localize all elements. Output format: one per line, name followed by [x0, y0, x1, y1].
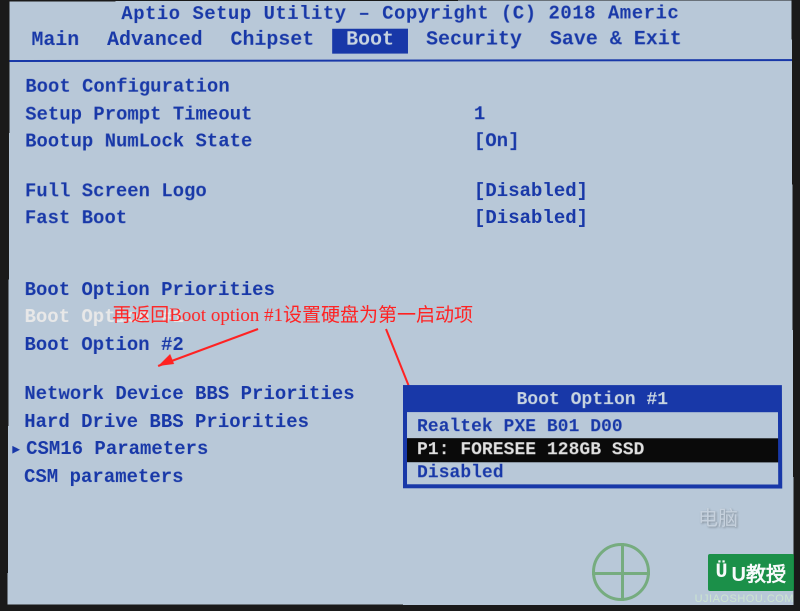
hdd-bbs[interactable]: Hard Drive BBS Priorities	[24, 409, 309, 437]
numlock-label[interactable]: Bootup NumLock State	[25, 128, 474, 156]
tab-boot[interactable]: Boot	[332, 29, 408, 54]
tab-main[interactable]: Main	[21, 29, 89, 54]
watermark-circle-icon	[592, 543, 650, 601]
watermark-url: UJIAOSHOU.COM	[695, 593, 794, 605]
network-bbs[interactable]: Network Device BBS Priorities	[24, 381, 354, 409]
setup-prompt-value[interactable]: 1	[474, 101, 485, 128]
numlock-value[interactable]: [On]	[474, 128, 520, 156]
annotation-text: 再返回Boot option #1设置硬盘为第一启动项	[112, 300, 473, 327]
fullscreen-logo-label[interactable]: Full Screen Logo	[25, 178, 474, 206]
caret-icon: ▸	[10, 436, 22, 465]
bios-title: Aptio Setup Utility – Copyright (C) 2018…	[10, 0, 792, 29]
boot-option-popup: Boot Option #1 Realtek PXE B01 D00 P1: F…	[403, 385, 782, 488]
popup-item-1[interactable]: P1: FORESEE 128GB SSD	[407, 438, 778, 462]
setup-prompt-label[interactable]: Setup Prompt Timeout	[25, 101, 474, 129]
boot-config-heading: Boot Configuration	[25, 74, 229, 102]
popup-title: Boot Option #1	[407, 389, 778, 416]
tab-saveexit[interactable]: Save & Exit	[540, 28, 692, 53]
tab-security[interactable]: Security	[416, 29, 532, 54]
csm16[interactable]: CSM16 Parameters	[26, 436, 208, 464]
watermark-badge: Ü U教授	[708, 554, 794, 591]
fast-boot-label[interactable]: Fast Boot	[25, 205, 474, 233]
popup-item-0[interactable]: Realtek PXE B01 D00	[407, 416, 778, 438]
tab-chipset[interactable]: Chipset	[221, 29, 325, 54]
fullscreen-logo-value[interactable]: [Disabled]	[474, 178, 588, 206]
fast-boot-value[interactable]: [Disabled]	[474, 205, 588, 233]
watermark-cn: 电脑	[698, 502, 738, 531]
bios-screen: Aptio Setup Utility – Copyright (C) 2018…	[8, 0, 794, 605]
watermark-brand: U教授	[732, 558, 786, 587]
tab-advanced[interactable]: Advanced	[97, 29, 213, 54]
tab-bar: Main Advanced Chipset Boot Security Save…	[10, 28, 792, 62]
watermark: Ü U教授 UJIAOSHOU.COM	[695, 554, 794, 605]
popup-item-2[interactable]: Disabled	[407, 462, 778, 484]
badge-u-icon: Ü	[716, 561, 728, 584]
csm[interactable]: CSM parameters	[24, 464, 184, 492]
boot-option-2[interactable]: Boot Option #2	[24, 332, 183, 360]
